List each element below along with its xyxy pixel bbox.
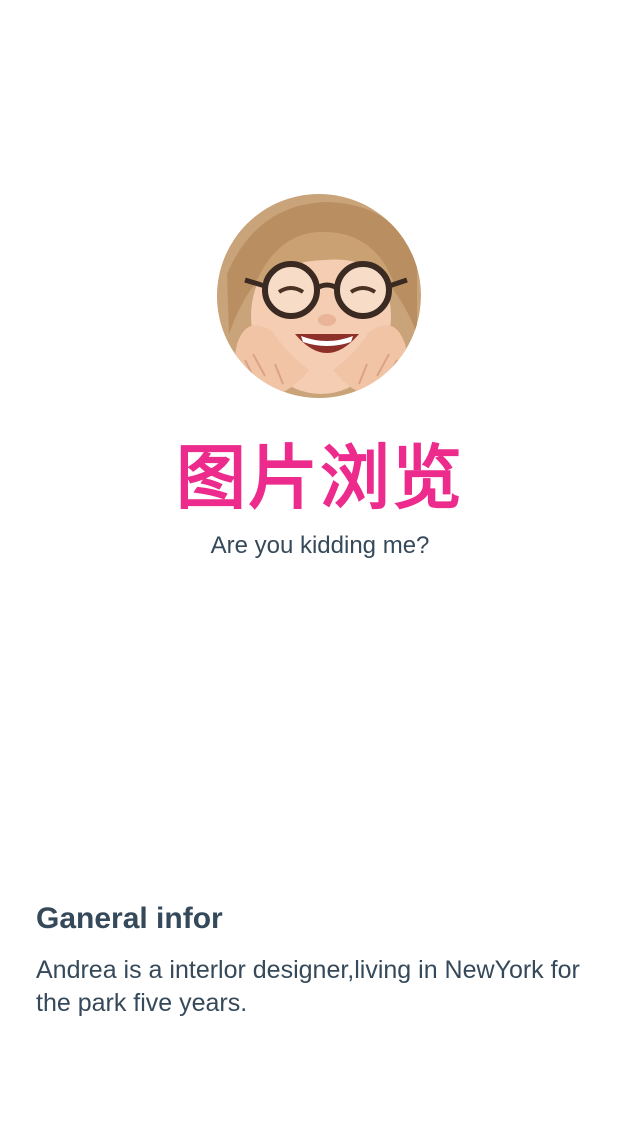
info-body: Andrea is a interlor designer,living in … — [36, 956, 580, 1017]
page-subtitle: Are you kidding me? — [210, 532, 430, 559]
info-heading: Ganeral infor — [36, 902, 223, 935]
page-title: 图片浏览 — [176, 437, 464, 519]
child-photo-icon — [217, 194, 421, 398]
avatar[interactable] — [217, 194, 421, 398]
profile-screen: 图片浏览 Are you kidding me? Ganeral infor A… — [0, 0, 640, 1136]
